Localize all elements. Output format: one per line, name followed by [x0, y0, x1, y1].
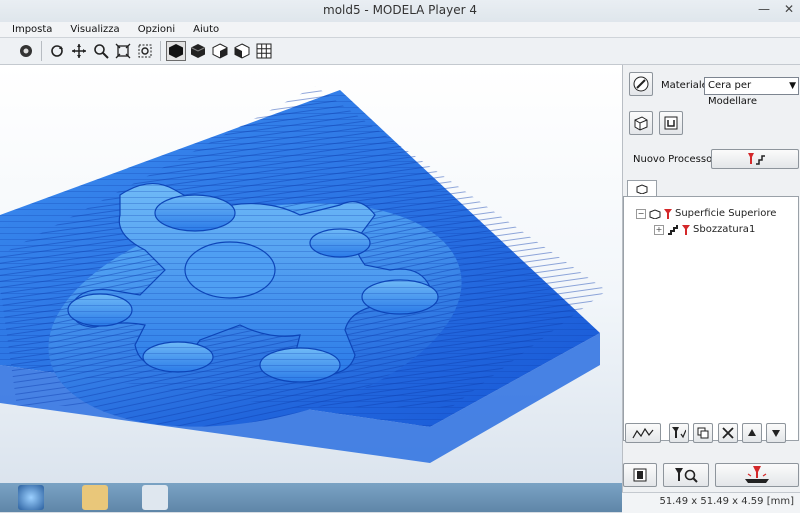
- stop-button[interactable]: [623, 463, 657, 487]
- roughing-icon: [668, 224, 678, 235]
- side-cube-icon: [234, 43, 250, 59]
- brush-icon: [633, 76, 649, 92]
- 3d-viewport[interactable]: [0, 65, 622, 483]
- grid-icon: [256, 43, 272, 59]
- shaded-cube-icon: [169, 44, 183, 58]
- menu-item-aiuto[interactable]: Aiuto: [191, 22, 221, 37]
- move-down-icon: [772, 430, 780, 437]
- menu-item-visualizza[interactable]: Visualizza: [68, 22, 121, 37]
- window-controls: — ✕: [758, 2, 794, 16]
- tool-icon: [682, 224, 690, 235]
- toolbar-separator: [160, 41, 161, 61]
- path-preview-icon: [632, 427, 654, 439]
- status-bar: 51.49 x 51.49 x 4.59 [mm]: [622, 492, 800, 513]
- cut-icon: [745, 466, 769, 483]
- delete-button[interactable]: [718, 423, 738, 443]
- move-button[interactable]: [69, 41, 89, 61]
- front-cube-icon: [212, 43, 228, 59]
- start-button[interactable]: [18, 485, 44, 510]
- box-setup-icon: [634, 116, 648, 131]
- move-up-button[interactable]: [742, 423, 762, 443]
- origin-icon: [664, 116, 678, 130]
- new-process-button[interactable]: [711, 149, 799, 169]
- minimize-icon[interactable]: —: [758, 2, 770, 16]
- tree-node-child[interactable]: + Sbozzatura1: [654, 224, 755, 235]
- stop-icon: [633, 468, 647, 482]
- zoom-button[interactable]: [91, 41, 111, 61]
- tool-icon: [664, 208, 672, 219]
- expand-icon[interactable]: +: [654, 224, 664, 235]
- new-process-icon: [748, 153, 765, 165]
- toolpath-render: [0, 86, 607, 463]
- close-icon[interactable]: ✕: [784, 2, 794, 16]
- rotate-icon: [51, 45, 63, 57]
- front-cube-button[interactable]: [210, 41, 230, 61]
- tool-edit-button[interactable]: [669, 423, 689, 443]
- zoom-icon: [94, 44, 109, 59]
- menu-bar: Imposta Visualizza Opzioni Aiuto: [0, 22, 800, 38]
- taskbar: [0, 483, 622, 512]
- fit-button[interactable]: [113, 41, 133, 61]
- title-bar: mold5 - MODELA Player 4 — ✕: [0, 0, 800, 23]
- dot-view-icon: [20, 45, 32, 57]
- taskbar-app-player[interactable]: [142, 485, 168, 510]
- copy-button[interactable]: [693, 423, 713, 443]
- preview-cut-icon: [675, 468, 698, 483]
- toolbar: [0, 38, 800, 65]
- chevron-down-icon: ▼: [789, 81, 796, 91]
- collapse-icon[interactable]: −: [636, 208, 646, 219]
- process-tab[interactable]: [627, 180, 657, 196]
- workpiece-icon: [636, 183, 648, 194]
- process-tree: − Superficie Superiore + Sbozzatura1: [623, 196, 799, 441]
- rotate-button[interactable]: [47, 41, 67, 61]
- model-setup-button[interactable]: [629, 111, 653, 135]
- copy-icon: [697, 427, 709, 439]
- material-select[interactable]: Cera per Modellare ▼: [704, 77, 799, 107]
- model-dimensions: 51.49 x 51.49 x 4.59 [mm]: [659, 496, 794, 507]
- new-process-label: Nuovo Processo: [633, 154, 713, 165]
- material-label: Materiale: [661, 80, 708, 91]
- cut-button[interactable]: [715, 463, 799, 487]
- tree-node-child-label: Sbozzatura1: [693, 224, 756, 235]
- grid-button[interactable]: [254, 41, 274, 61]
- material-value: Cera per Modellare: [708, 80, 757, 107]
- preview-cut-button[interactable]: [663, 463, 709, 487]
- zoom-box-button[interactable]: [135, 41, 155, 61]
- move-up-icon: [748, 429, 756, 436]
- path-preview-button[interactable]: [625, 423, 661, 443]
- solid-cube-icon: [190, 44, 206, 58]
- zoom-box-icon: [138, 44, 152, 58]
- move-down-button[interactable]: [766, 423, 786, 443]
- workpiece-icon: [649, 208, 661, 219]
- fit-icon: [115, 43, 131, 59]
- material-button[interactable]: [629, 72, 653, 96]
- tree-node-root-label: Superficie Superiore: [675, 208, 777, 219]
- origin-button[interactable]: [659, 111, 683, 135]
- shaded-cube-button[interactable]: [166, 41, 186, 61]
- menu-item-imposta[interactable]: Imposta: [10, 22, 54, 37]
- menu-item-opzioni[interactable]: Opzioni: [136, 22, 177, 37]
- dot-view-button[interactable]: [16, 41, 36, 61]
- taskbar-app-folder[interactable]: [82, 485, 108, 510]
- tree-node-root[interactable]: − Superficie Superiore: [636, 208, 776, 219]
- delete-icon: [722, 427, 734, 439]
- side-cube-button[interactable]: [232, 41, 252, 61]
- window-title: mold5 - MODELA Player 4: [323, 3, 477, 17]
- tool-edit-icon: [672, 427, 686, 439]
- process-panel: Materiale Cera per Modellare ▼ Nuovo Pro…: [622, 65, 800, 495]
- solid-cube-button[interactable]: [188, 41, 208, 61]
- toolbar-separator: [41, 41, 42, 61]
- move-icon: [72, 44, 86, 58]
